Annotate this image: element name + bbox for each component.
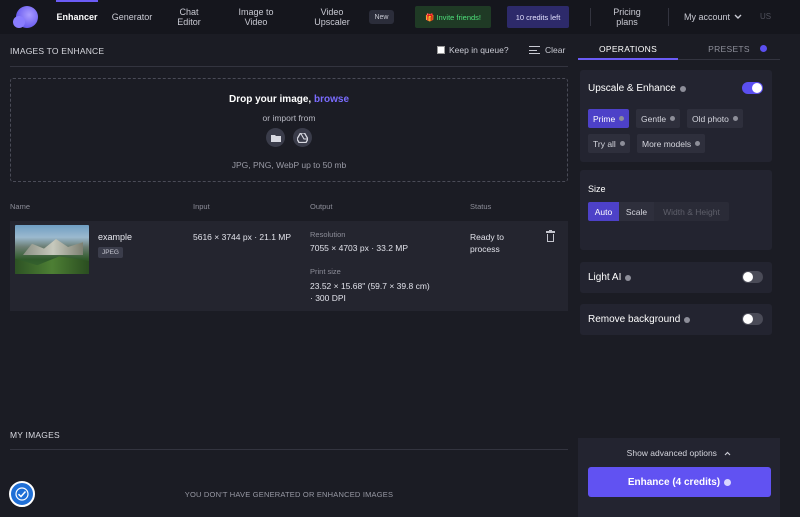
- images-to-enhance-title: IMAGES TO ENHANCE: [10, 46, 105, 56]
- nav-generator[interactable]: Generator: [106, 0, 158, 34]
- print-dpi-value: · 300 DPI: [310, 293, 346, 303]
- my-account-label: My account: [683, 12, 731, 22]
- panel-tabs: OPERATIONS PRESETS: [578, 38, 780, 60]
- file-name: example: [98, 232, 133, 242]
- keep-in-queue-checkbox[interactable]: [437, 46, 445, 54]
- image-thumbnail[interactable]: [15, 225, 89, 274]
- model-more-models-label: More models: [642, 138, 692, 149]
- nav-chat-editor[interactable]: Chat Editor: [170, 0, 208, 34]
- model-chip-gentle[interactable]: Gentle: [636, 109, 681, 128]
- info-icon: [732, 116, 738, 121]
- keep-in-queue-label: Keep in queue?: [449, 45, 509, 55]
- column-header-status: Status: [470, 202, 492, 211]
- light-ai-title: Light AI: [588, 272, 632, 283]
- new-badge: New: [369, 10, 394, 24]
- credits-left-badge[interactable]: 10 credits left: [507, 6, 569, 28]
- info-icon: [670, 116, 676, 121]
- dropzone-title-text: Drop your image,: [228, 94, 312, 105]
- supported-formats-text: JPG, PNG, WebP up to 50 mb: [231, 160, 347, 170]
- info-icon[interactable]: [679, 85, 686, 92]
- remove-background-card: Remove background: [580, 304, 772, 335]
- size-title: Size: [588, 184, 606, 194]
- size-option-auto[interactable]: Auto: [588, 202, 619, 221]
- import-from-label: or import from: [262, 113, 316, 123]
- my-images-title: MY IMAGES: [10, 430, 60, 440]
- info-icon: [695, 141, 701, 146]
- upscale-enhance-card: Upscale & Enhance Prime Gentle Old photo…: [580, 70, 772, 162]
- top-nav: Enhancer Generator Chat Editor Image to …: [0, 0, 800, 34]
- light-ai-card: Light AI: [580, 262, 772, 293]
- table-row: example JPEG 5616 × 3744 px · 21.1 MP Re…: [10, 221, 568, 311]
- section-divider: [10, 449, 568, 450]
- model-old-photo-label: Old photo: [692, 113, 729, 124]
- size-option-scale[interactable]: Scale: [619, 202, 654, 221]
- chevron-down-icon: [734, 14, 742, 19]
- light-ai-toggle[interactable]: [742, 271, 763, 283]
- clear-button[interactable]: Clear: [529, 45, 565, 55]
- column-header-input: Input: [193, 202, 210, 211]
- tab-operations[interactable]: OPERATIONS: [578, 38, 678, 60]
- remove-background-toggle[interactable]: [742, 313, 763, 325]
- show-advanced-options[interactable]: Show advanced options: [578, 448, 780, 458]
- info-icon: [619, 116, 625, 121]
- output-resolution: 7055 × 4703 px · 33.2 MP: [310, 243, 409, 253]
- model-chip-prime[interactable]: Prime: [588, 109, 630, 128]
- status-text-line2: process: [470, 244, 500, 254]
- chevron-up-icon: [724, 451, 731, 456]
- dropzone-title: Drop your image, browse: [11, 94, 567, 105]
- enhance-button[interactable]: Enhance (4 credits): [588, 467, 771, 497]
- info-icon: [619, 141, 625, 146]
- model-try-all-label: Try all: [593, 138, 616, 149]
- presets-dot-indicator: [760, 45, 767, 52]
- column-header-output: Output: [310, 202, 333, 211]
- info-icon[interactable]: [684, 316, 691, 323]
- browse-link[interactable]: browse: [314, 94, 349, 105]
- size-option-width-height: Width & Height: [654, 202, 729, 221]
- upscale-enhance-title: Upscale & Enhance: [588, 83, 686, 94]
- status-text: Ready to: [470, 232, 505, 242]
- clear-label: Clear: [545, 45, 566, 55]
- empty-images-message: YOU DON'T HAVE GENERATED OR ENHANCED IMA…: [184, 490, 394, 499]
- remove-background-title: Remove background: [588, 314, 691, 325]
- nav-video-upscaler[interactable]: Video Upscaler: [307, 0, 357, 34]
- enhance-button-label: Enhance (4 credits): [627, 476, 721, 488]
- accessibility-icon[interactable]: [9, 481, 35, 507]
- google-drive-icon[interactable]: [293, 128, 312, 147]
- input-resolution: 5616 × 3744 px · 21.1 MP: [193, 232, 292, 242]
- keep-in-queue-toggle[interactable]: Keep in queue?: [437, 45, 509, 55]
- light-ai-label: Light AI: [588, 272, 622, 283]
- clear-list-icon: [529, 46, 540, 54]
- nav-pricing-plans[interactable]: Pricing plans: [606, 0, 648, 34]
- model-prime-label: Prime: [593, 113, 616, 124]
- print-size-value: 23.52 × 15.68" (59.7 × 39.8 cm): [310, 281, 430, 291]
- resolution-label: Resolution: [310, 230, 346, 239]
- nav-divider: [590, 8, 591, 26]
- model-chip-more-models[interactable]: More models: [637, 134, 706, 153]
- column-header-name: Name: [10, 202, 31, 211]
- image-dropzone[interactable]: Drop your image, browse or import from J…: [10, 78, 568, 182]
- app-logo[interactable]: [13, 6, 38, 28]
- info-icon[interactable]: [625, 274, 632, 281]
- nav-enhancer[interactable]: Enhancer: [48, 0, 106, 34]
- invite-friends-button[interactable]: 🎁 Invite friends!: [415, 6, 491, 28]
- advanced-options-panel: Show advanced options Enhance (4 credits…: [578, 438, 780, 517]
- upscale-enhance-label: Upscale & Enhance: [588, 83, 676, 94]
- remove-background-label: Remove background: [588, 314, 681, 325]
- file-type-badge: JPEG: [98, 247, 123, 258]
- model-gentle-label: Gentle: [641, 113, 667, 124]
- model-chip-old-photo[interactable]: Old photo: [687, 109, 743, 128]
- nav-image-to-video[interactable]: Image to Video: [228, 0, 284, 34]
- print-size-label: Print size: [310, 267, 341, 276]
- language-selector[interactable]: US: [760, 12, 771, 21]
- model-chip-try-all[interactable]: Try all: [588, 134, 630, 153]
- nav-divider: [668, 8, 669, 26]
- show-advanced-options-label: Show advanced options: [626, 448, 717, 458]
- delete-trash-icon[interactable]: [546, 229, 555, 242]
- my-account-menu[interactable]: My account: [678, 0, 748, 34]
- folder-icon[interactable]: [266, 128, 285, 147]
- section-divider: [10, 66, 568, 67]
- info-icon: [724, 478, 732, 486]
- size-card: Size Auto Scale Width & Height: [580, 170, 772, 250]
- upscale-enhance-toggle[interactable]: [742, 82, 763, 94]
